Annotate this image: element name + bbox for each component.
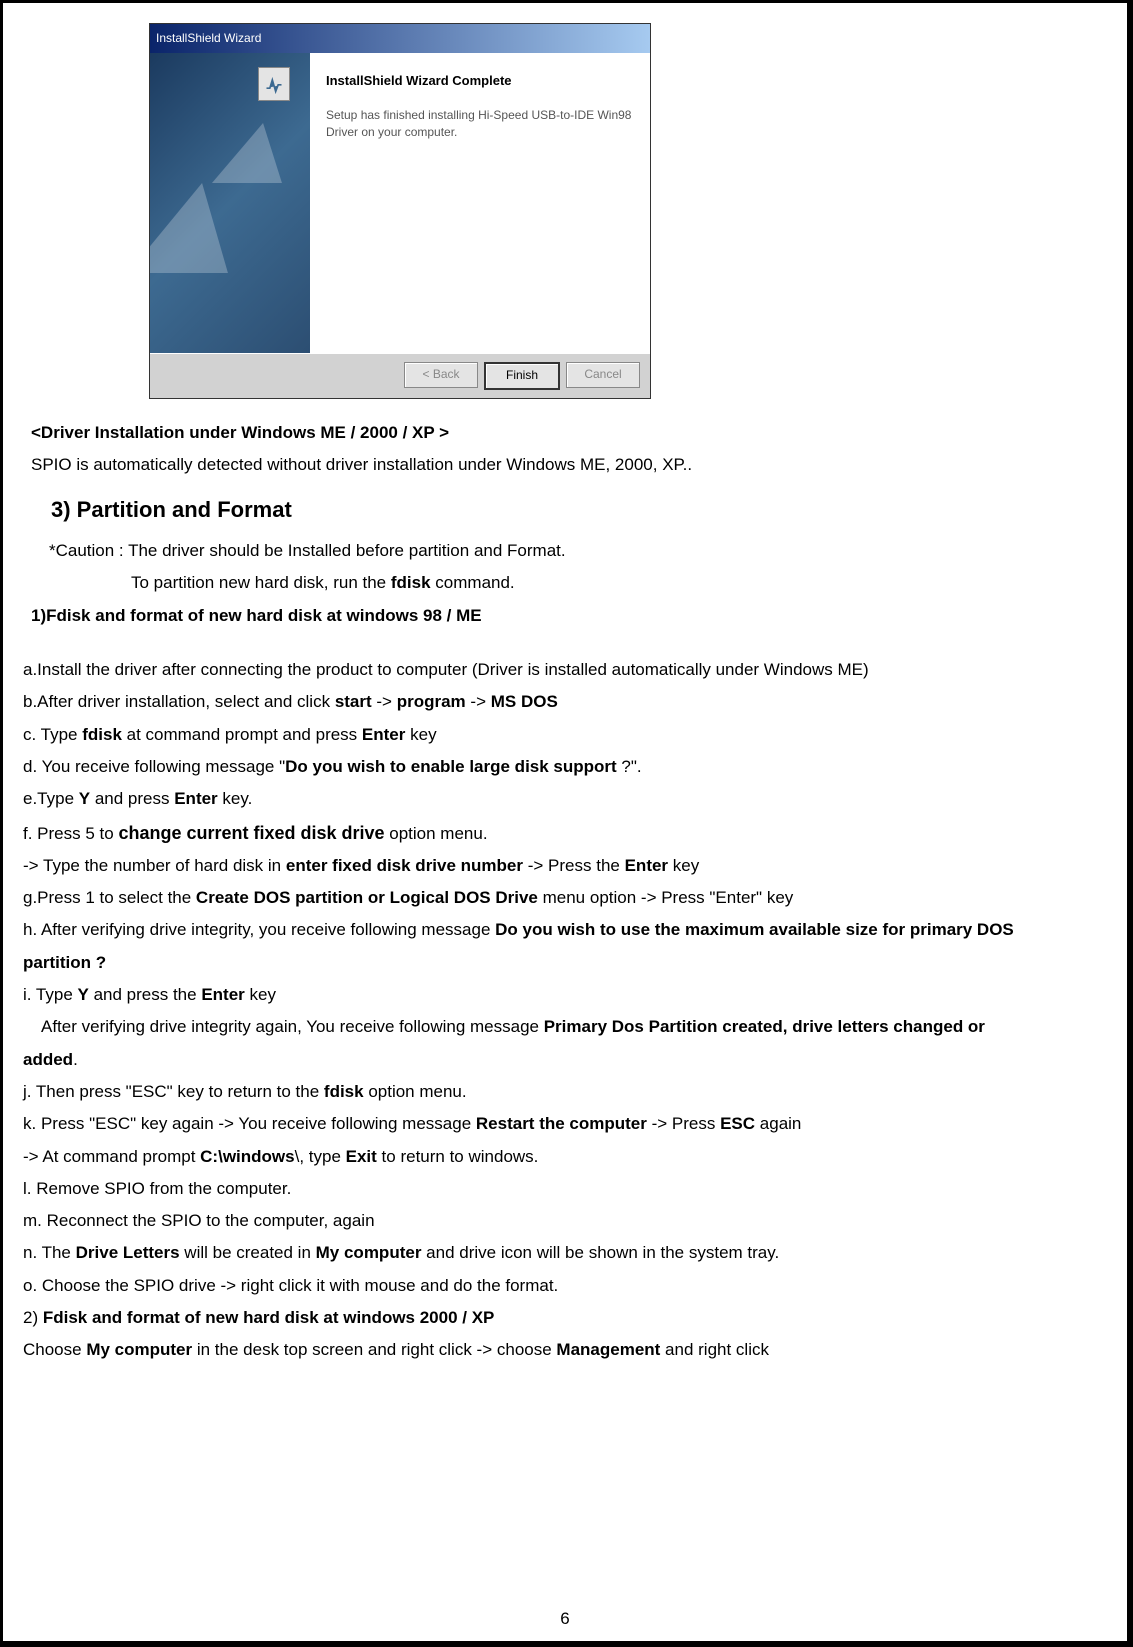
window-titlebar: InstallShield Wizard [150, 24, 650, 53]
step-o: o. Choose the SPIO drive -> right click … [23, 1270, 1107, 1302]
step-h: h. After verifying drive integrity, you … [23, 914, 1107, 946]
step-n: n. The Drive Letters will be created in … [23, 1237, 1107, 1269]
decorative-triangle-icon [150, 183, 252, 273]
page-number: 6 [3, 1603, 1127, 1635]
step-k-sub: -> At command prompt C:\windows\, type E… [23, 1141, 1107, 1173]
document-page: InstallShield Wizard InstallShield Wizar… [0, 0, 1133, 1647]
step-l: l. Remove SPIO from the computer. [23, 1173, 1107, 1205]
step-a: a.Install the driver after connecting th… [23, 654, 1107, 686]
cancel-button[interactable]: Cancel [566, 362, 640, 388]
wizard-sidebar [150, 53, 310, 353]
wizard-message: Setup has finished installing Hi-Speed U… [326, 107, 636, 139]
step-f: f. Press 5 to change current fixed disk … [23, 816, 1107, 850]
step-h-cont: partition ? [23, 947, 1107, 979]
wizard-content: InstallShield Wizard Complete Setup has … [310, 53, 650, 353]
wizard-screenshot: InstallShield Wizard InstallShield Wizar… [149, 23, 1111, 399]
heading-partition-format: 3) Partition and Format [51, 489, 1107, 531]
back-button[interactable]: < Back [404, 362, 478, 388]
finish-button[interactable]: Finish [484, 362, 560, 390]
text-run-fdisk: To partition new hard disk, run the fdis… [131, 567, 1107, 599]
step-i-msg: After verifying drive integrity again, Y… [41, 1011, 1107, 1043]
step-k: k. Press "ESC" key again -> You receive … [23, 1108, 1107, 1140]
text-spio-auto: SPIO is automatically detected without d… [31, 449, 1107, 481]
step-b: b.After driver installation, select and … [23, 686, 1107, 718]
wizard-heading: InstallShield Wizard Complete [326, 69, 636, 94]
step-choose-mycomputer: Choose My computer in the desk top scree… [23, 1334, 1107, 1366]
step-c: c. Type fdisk at command prompt and pres… [23, 719, 1107, 751]
step-g: g.Press 1 to select the Create DOS parti… [23, 882, 1107, 914]
decorative-triangle-icon [212, 123, 298, 183]
installshield-window: InstallShield Wizard InstallShield Wizar… [149, 23, 651, 399]
subheading-fdisk-98: 1)Fdisk and format of new hard disk at w… [31, 606, 482, 625]
step-e: e.Type Y and press Enter key. [23, 783, 1107, 815]
window-body: InstallShield Wizard Complete Setup has … [150, 53, 650, 353]
step-d: d. You receive following message "Do you… [23, 751, 1107, 783]
heading-driver-install: <Driver Installation under Windows ME / … [31, 423, 449, 442]
step-m: m. Reconnect the SPIO to the computer, a… [23, 1205, 1107, 1237]
installer-icon [258, 67, 290, 101]
step-j: j. Then press "ESC" key to return to the… [23, 1076, 1107, 1108]
wizard-button-bar: < Back Finish Cancel [150, 353, 650, 398]
step-i: i. Type Y and press the Enter key [23, 979, 1107, 1011]
step-f-sub: -> Type the number of hard disk in enter… [23, 850, 1107, 882]
step-i-msg-cont: added. [23, 1044, 1107, 1076]
subheading-fdisk-2000: 2) Fdisk and format of new hard disk at … [23, 1302, 1107, 1334]
text-caution: *Caution : The driver should be Installe… [49, 535, 1107, 567]
